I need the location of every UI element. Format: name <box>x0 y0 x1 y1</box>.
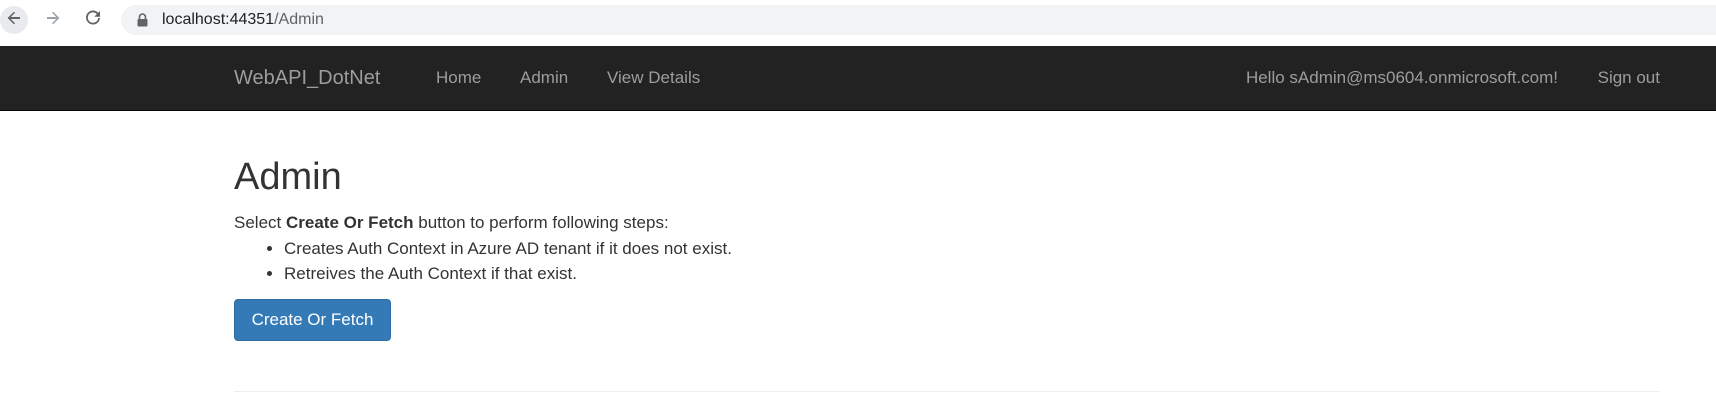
lock-icon <box>137 13 148 27</box>
sign-out-link[interactable]: Sign out <box>1598 46 1660 110</box>
user-greeting-link[interactable]: Hello sAdmin@ms0604.onmicrosoft.com! <box>1246 46 1558 110</box>
reload-button[interactable] <box>79 6 107 34</box>
intro-prefix: Select <box>234 213 286 232</box>
instructions-text: Select Create Or Fetch button to perform… <box>234 213 669 233</box>
browser-toolbar: localhost:44351/Admin <box>0 0 1716 43</box>
divider <box>234 391 1660 392</box>
arrow-left-icon <box>5 9 23 32</box>
list-item: Creates Auth Context in Azure AD tenant … <box>284 236 732 261</box>
nav-link-view-details[interactable]: View Details <box>607 46 700 110</box>
arrow-right-icon <box>44 9 62 32</box>
reload-icon <box>84 9 102 32</box>
nav-link-admin[interactable]: Admin <box>520 46 568 110</box>
url-path: /Admin <box>274 11 324 28</box>
url-host: localhost:44351 <box>162 11 275 28</box>
url-text: localhost:44351/Admin <box>162 11 324 29</box>
brand-link[interactable]: WebAPI_DotNet <box>234 46 380 110</box>
nav-link-home[interactable]: Home <box>436 46 481 110</box>
address-bar[interactable]: localhost:44351/Admin <box>121 5 1716 35</box>
steps-list: Creates Auth Context in Azure AD tenant … <box>234 236 732 286</box>
page-title: Admin <box>234 156 342 198</box>
back-button[interactable] <box>0 6 28 34</box>
forward-button[interactable] <box>39 6 67 34</box>
create-or-fetch-button[interactable]: Create Or Fetch <box>234 299 391 341</box>
intro-bold: Create Or Fetch <box>285 213 414 232</box>
site-navbar: WebAPI_DotNet Home Admin View Details He… <box>0 46 1716 111</box>
intro-suffix: button to perform following steps: <box>413 213 669 232</box>
list-item: Retreives the Auth Context if that exist… <box>284 261 732 286</box>
